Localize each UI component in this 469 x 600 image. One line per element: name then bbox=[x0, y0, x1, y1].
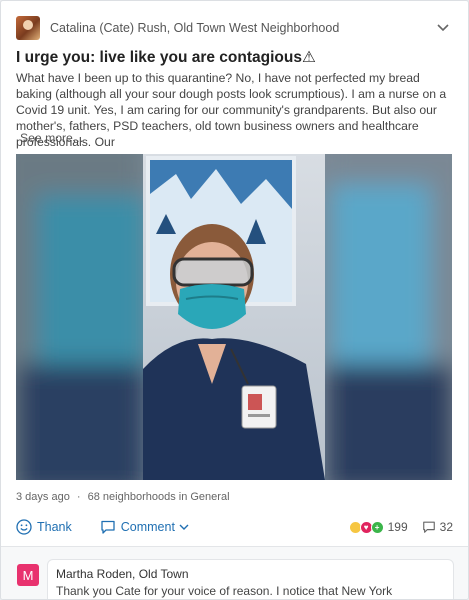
post-card: Catalina (Cate) Rush, Old Town West Neig… bbox=[0, 0, 469, 600]
post-header: Catalina (Cate) Rush, Old Town West Neig… bbox=[16, 15, 453, 41]
post-actions: Thank Comment ♥ + 199 32 bbox=[16, 514, 453, 540]
comment-bubble: Martha Roden, Old Town Thank you Cate fo… bbox=[47, 559, 454, 599]
chevron-down-icon bbox=[179, 524, 189, 530]
comment-icon bbox=[101, 520, 115, 534]
reaction-count[interactable]: 199 bbox=[388, 520, 408, 534]
comment-icon bbox=[422, 521, 435, 533]
post-audience[interactable]: 68 neighborhoods in General bbox=[88, 491, 230, 503]
chevron-down-icon[interactable] bbox=[435, 19, 451, 35]
comment-button[interactable]: Comment bbox=[100, 519, 190, 535]
see-more-link[interactable]: See more... bbox=[20, 131, 83, 145]
post-author[interactable]: Catalina (Cate) Rush, Old Town West Neig… bbox=[50, 21, 339, 35]
commenter-name[interactable]: Martha Roden, Old Town bbox=[56, 567, 445, 581]
comment-text: Thank you Cate for your voice of reason.… bbox=[56, 584, 393, 598]
thank-button[interactable]: Thank bbox=[16, 519, 72, 535]
post-stats: ♥ + 199 32 bbox=[348, 520, 453, 534]
comment-label: Comment bbox=[120, 520, 175, 534]
comment-section: M Martha Roden, Old Town Thank you Cate … bbox=[1, 547, 468, 599]
comment-count-value: 32 bbox=[439, 520, 453, 534]
post-photo[interactable] bbox=[16, 154, 452, 480]
author-avatar[interactable] bbox=[16, 16, 40, 40]
meta-separator: · bbox=[76, 491, 81, 503]
plus-one-reaction-icon: + bbox=[370, 520, 384, 534]
reactions[interactable]: ♥ + bbox=[348, 520, 384, 534]
comment-count[interactable]: 32 bbox=[422, 520, 453, 534]
smile-icon bbox=[16, 519, 32, 535]
post-time[interactable]: 3 days ago bbox=[16, 491, 70, 503]
post-title: I urge you: live like you are contagious… bbox=[16, 49, 316, 66]
thank-label: Thank bbox=[37, 520, 72, 534]
commenter-avatar[interactable]: M bbox=[17, 564, 39, 586]
post-meta: 3 days ago · 68 neighborhoods in General bbox=[16, 491, 234, 503]
